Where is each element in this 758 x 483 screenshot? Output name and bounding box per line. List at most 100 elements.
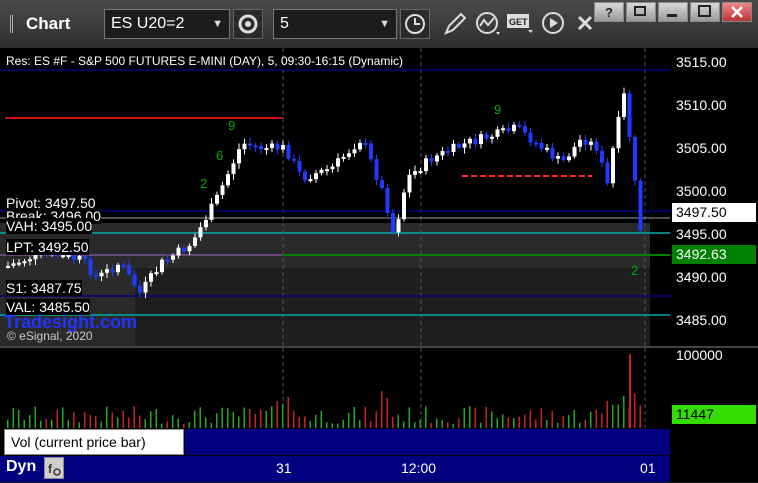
volume-bar bbox=[221, 407, 223, 428]
volume-bar bbox=[128, 417, 130, 428]
candle-body bbox=[149, 273, 153, 282]
y-tick: 3485.00 bbox=[676, 312, 727, 328]
volume-bar bbox=[7, 419, 9, 428]
pencil-icon[interactable] bbox=[441, 10, 469, 38]
volume-bar bbox=[155, 409, 157, 428]
volume-bar bbox=[89, 415, 91, 428]
candle-body bbox=[226, 174, 230, 186]
volume-label: Vol (current price bar) bbox=[11, 434, 146, 450]
volume-pane[interactable] bbox=[0, 348, 670, 428]
candle-body bbox=[539, 142, 544, 149]
candle-body bbox=[506, 128, 511, 132]
volume-bar bbox=[150, 411, 152, 428]
volume-bar bbox=[51, 419, 53, 428]
count-label: 2 bbox=[200, 176, 207, 191]
close-button[interactable] bbox=[722, 2, 752, 22]
candle-body bbox=[292, 158, 296, 161]
candle-body bbox=[512, 124, 516, 132]
volume-bar bbox=[271, 406, 273, 428]
interval-select[interactable]: 5 ▼ bbox=[273, 9, 397, 39]
interval-value: 5 bbox=[280, 15, 289, 32]
price-axis[interactable]: 3515.00 3510.00 3505.00 3500.00 3495.00 … bbox=[670, 48, 758, 428]
candle-body bbox=[132, 274, 137, 286]
help-button[interactable]: ? bbox=[594, 2, 624, 22]
volume-close-icon[interactable]: ✕ bbox=[170, 426, 181, 442]
green-price-tag: 3492.63 bbox=[672, 245, 756, 264]
play-icon[interactable] bbox=[540, 10, 568, 38]
header-prefix: Res: bbox=[6, 54, 31, 68]
candle-body bbox=[209, 203, 214, 220]
get-icon[interactable]: GET bbox=[506, 12, 536, 36]
candle-body bbox=[253, 145, 258, 148]
restore-button[interactable] bbox=[626, 2, 656, 22]
volume-value: 11447 bbox=[676, 406, 714, 422]
maximize-button[interactable] bbox=[690, 2, 720, 22]
candle-body bbox=[369, 143, 373, 160]
candle-body bbox=[325, 169, 329, 172]
volume-bar bbox=[111, 412, 113, 428]
symbol-select[interactable]: ES U20=2 ▼ bbox=[104, 9, 230, 39]
volume-bar bbox=[601, 413, 603, 428]
candle-body bbox=[17, 262, 21, 265]
x-tick: 12:00 bbox=[401, 460, 437, 476]
volume-bar bbox=[562, 415, 564, 428]
candle-body bbox=[391, 213, 395, 233]
candle-body bbox=[605, 162, 610, 184]
volume-bar bbox=[320, 410, 322, 428]
candle-body bbox=[501, 128, 505, 131]
volume-bar bbox=[590, 411, 592, 428]
volume-bar bbox=[595, 409, 597, 428]
candle-body bbox=[611, 148, 615, 184]
header-text: ES #F - S&P 500 FUTURES E-MINI (DAY), 5,… bbox=[34, 54, 404, 68]
volume-bar bbox=[260, 409, 262, 428]
volume-bar bbox=[166, 421, 168, 428]
volume-bar bbox=[293, 410, 295, 428]
volume-bar bbox=[623, 395, 625, 428]
volume-bar bbox=[348, 412, 350, 428]
y-tick: 3515.00 bbox=[676, 54, 727, 70]
count-label: 9 bbox=[494, 102, 501, 117]
pane-separator[interactable] bbox=[0, 346, 758, 348]
last-price-tag: 3497.50 bbox=[672, 203, 756, 222]
candle-body bbox=[457, 143, 461, 148]
candle-body bbox=[165, 259, 170, 262]
volume-bar bbox=[408, 407, 410, 428]
candle-body bbox=[319, 169, 324, 174]
settings-icon[interactable] bbox=[233, 9, 263, 39]
candle-body bbox=[385, 187, 390, 214]
candle-body bbox=[407, 174, 412, 193]
candle-body bbox=[567, 156, 571, 161]
candle-body bbox=[121, 264, 126, 267]
volume-bar bbox=[216, 413, 218, 428]
lock-icon[interactable]: f bbox=[44, 457, 64, 479]
clock-icon[interactable] bbox=[400, 9, 430, 39]
x-tick: 31 bbox=[276, 460, 292, 476]
candle-body bbox=[462, 143, 467, 148]
chart-header: Res: ES #F - S&P 500 FUTURES E-MINI (DAY… bbox=[6, 54, 403, 68]
grip-icon[interactable] bbox=[10, 15, 23, 33]
price-chart[interactable]: 9 6 2 9 2 Res: ES #F - S&P 500 FUTURES E… bbox=[0, 48, 670, 346]
candle-body bbox=[523, 126, 527, 133]
candle-body bbox=[545, 147, 549, 150]
candle-body bbox=[204, 219, 208, 228]
volume-bar bbox=[73, 412, 75, 428]
candle-body bbox=[638, 180, 643, 231]
toolbar: Chart ES U20=2 ▼ 5 ▼ GET ? bbox=[0, 0, 758, 48]
volume-y-tick: 100000 bbox=[676, 347, 723, 363]
volume-bar bbox=[540, 408, 542, 428]
candle-body bbox=[182, 247, 186, 252]
volume-bar bbox=[40, 420, 42, 428]
volume-bar bbox=[227, 407, 229, 428]
candle-body bbox=[77, 255, 82, 260]
candle-body bbox=[578, 139, 582, 147]
candle-body bbox=[583, 139, 588, 145]
candle-body bbox=[160, 259, 164, 273]
study-icon[interactable] bbox=[474, 10, 504, 38]
volume-bar bbox=[144, 419, 146, 428]
candle-body bbox=[528, 132, 533, 143]
volume-bar bbox=[612, 404, 614, 428]
minimize-button[interactable] bbox=[658, 2, 688, 22]
last-price: 3497.50 bbox=[676, 204, 727, 220]
time-axis[interactable] bbox=[0, 456, 670, 482]
svg-text:f: f bbox=[48, 462, 53, 476]
